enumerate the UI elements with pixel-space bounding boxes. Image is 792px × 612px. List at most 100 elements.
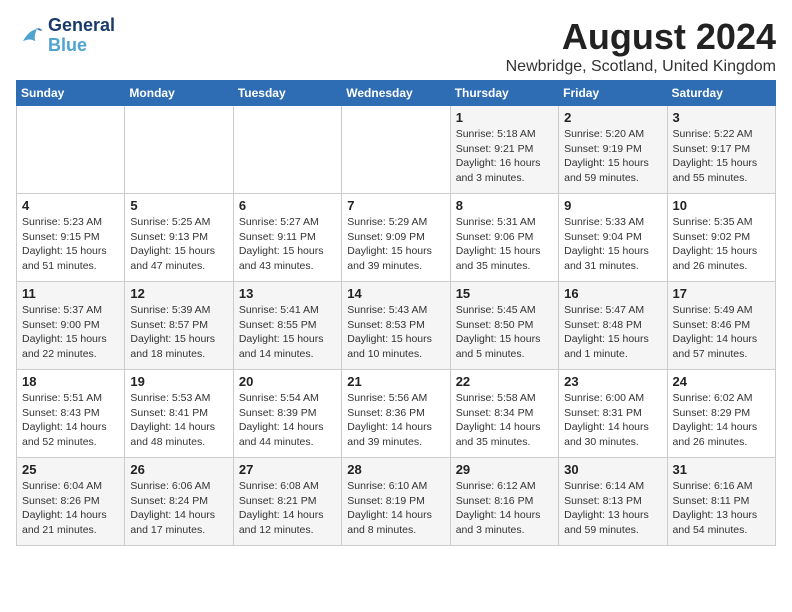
day-info: Sunrise: 6:02 AMSunset: 8:29 PMDaylight:… <box>673 391 770 450</box>
table-row: 21 Sunrise: 5:56 AMSunset: 8:36 PMDayligh… <box>342 370 450 458</box>
table-row <box>17 106 125 194</box>
day-info: Sunrise: 5:22 AMSunset: 9:17 PMDaylight:… <box>673 127 770 186</box>
header-saturday: Saturday <box>667 81 775 106</box>
header-friday: Friday <box>559 81 667 106</box>
day-info: Sunrise: 5:20 AMSunset: 9:19 PMDaylight:… <box>564 127 661 186</box>
table-row: 24 Sunrise: 6:02 AMSunset: 8:29 PMDayligh… <box>667 370 775 458</box>
day-info: Sunrise: 5:49 AMSunset: 8:46 PMDaylight:… <box>673 303 770 362</box>
table-row: 6 Sunrise: 5:27 AMSunset: 9:11 PMDaylight… <box>233 194 341 282</box>
table-row: 27 Sunrise: 6:08 AMSunset: 8:21 PMDayligh… <box>233 458 341 546</box>
table-row <box>125 106 233 194</box>
day-info: Sunrise: 5:23 AMSunset: 9:15 PMDaylight:… <box>22 215 119 274</box>
day-number: 10 <box>673 198 770 213</box>
page-header: General Blue August 2024 Newbridge, Scot… <box>16 16 776 76</box>
day-number: 22 <box>456 374 553 389</box>
day-number: 4 <box>22 198 119 213</box>
table-row: 20 Sunrise: 5:54 AMSunset: 8:39 PMDayligh… <box>233 370 341 458</box>
day-info: Sunrise: 5:56 AMSunset: 8:36 PMDaylight:… <box>347 391 444 450</box>
table-row: 9 Sunrise: 5:33 AMSunset: 9:04 PMDaylight… <box>559 194 667 282</box>
day-info: Sunrise: 6:12 AMSunset: 8:16 PMDaylight:… <box>456 479 553 538</box>
day-info: Sunrise: 5:53 AMSunset: 8:41 PMDaylight:… <box>130 391 227 450</box>
table-row: 23 Sunrise: 6:00 AMSunset: 8:31 PMDayligh… <box>559 370 667 458</box>
day-number: 11 <box>22 286 119 301</box>
header-sunday: Sunday <box>17 81 125 106</box>
day-number: 2 <box>564 110 661 125</box>
day-number: 20 <box>239 374 336 389</box>
day-number: 7 <box>347 198 444 213</box>
day-info: Sunrise: 5:29 AMSunset: 9:09 PMDaylight:… <box>347 215 444 274</box>
table-row: 5Sunrise: 5:25 AMSunset: 9:13 PMDaylight… <box>125 194 233 282</box>
day-info: Sunrise: 5:51 AMSunset: 8:43 PMDaylight:… <box>22 391 119 450</box>
day-info: Sunrise: 5:35 AMSunset: 9:02 PMDaylight:… <box>673 215 770 274</box>
day-number: 31 <box>673 462 770 477</box>
day-number: 12 <box>130 286 227 301</box>
day-info: Sunrise: 6:10 AMSunset: 8:19 PMDaylight:… <box>347 479 444 538</box>
day-number: 14 <box>347 286 444 301</box>
day-info: Sunrise: 5:45 AMSunset: 8:50 PMDaylight:… <box>456 303 553 362</box>
day-number: 18 <box>22 374 119 389</box>
table-row: 8 Sunrise: 5:31 AMSunset: 9:06 PMDaylight… <box>450 194 558 282</box>
table-row: 31 Sunrise: 6:16 AMSunset: 8:11 PMDayligh… <box>667 458 775 546</box>
table-row: 12Sunrise: 5:39 AMSunset: 8:57 PMDayligh… <box>125 282 233 370</box>
logo-text: General Blue <box>48 16 115 56</box>
table-row: 29Sunrise: 6:12 AMSunset: 8:16 PMDayligh… <box>450 458 558 546</box>
table-row <box>342 106 450 194</box>
table-row: 22 Sunrise: 5:58 AMSunset: 8:34 PMDayligh… <box>450 370 558 458</box>
day-number: 8 <box>456 198 553 213</box>
logo: General Blue <box>16 16 115 56</box>
header-tuesday: Tuesday <box>233 81 341 106</box>
day-info: Sunrise: 5:43 AMSunset: 8:53 PMDaylight:… <box>347 303 444 362</box>
day-info: Sunrise: 5:27 AMSunset: 9:11 PMDaylight:… <box>239 215 336 274</box>
day-number: 17 <box>673 286 770 301</box>
day-number: 3 <box>673 110 770 125</box>
day-number: 6 <box>239 198 336 213</box>
table-row: 30Sunrise: 6:14 AMSunset: 8:13 PMDayligh… <box>559 458 667 546</box>
table-row: 28 Sunrise: 6:10 AMSunset: 8:19 PMDayligh… <box>342 458 450 546</box>
day-number: 25 <box>22 462 119 477</box>
day-info: Sunrise: 5:33 AMSunset: 9:04 PMDaylight:… <box>564 215 661 274</box>
day-info: Sunrise: 5:58 AMSunset: 8:34 PMDaylight:… <box>456 391 553 450</box>
day-number: 13 <box>239 286 336 301</box>
day-number: 30 <box>564 462 661 477</box>
day-info: Sunrise: 6:16 AMSunset: 8:11 PMDaylight:… <box>673 479 770 538</box>
table-row <box>233 106 341 194</box>
day-info: Sunrise: 6:00 AMSunset: 8:31 PMDaylight:… <box>564 391 661 450</box>
calendar-week-4: 18 Sunrise: 5:51 AMSunset: 8:43 PMDayligh… <box>17 370 776 458</box>
table-row: 25 Sunrise: 6:04 AMSunset: 8:26 PMDayligh… <box>17 458 125 546</box>
day-number: 9 <box>564 198 661 213</box>
day-number: 28 <box>347 462 444 477</box>
month-title: August 2024 <box>506 16 776 58</box>
table-row: 13Sunrise: 5:41 AMSunset: 8:55 PMDayligh… <box>233 282 341 370</box>
calendar-week-5: 25 Sunrise: 6:04 AMSunset: 8:26 PMDayligh… <box>17 458 776 546</box>
calendar-week-2: 4 Sunrise: 5:23 AMSunset: 9:15 PMDaylight… <box>17 194 776 282</box>
day-number: 26 <box>130 462 227 477</box>
table-row: 7 Sunrise: 5:29 AMSunset: 9:09 PMDaylight… <box>342 194 450 282</box>
header-monday: Monday <box>125 81 233 106</box>
day-info: Sunrise: 6:04 AMSunset: 8:26 PMDaylight:… <box>22 479 119 538</box>
day-info: Sunrise: 6:08 AMSunset: 8:21 PMDaylight:… <box>239 479 336 538</box>
day-info: Sunrise: 6:06 AMSunset: 8:24 PMDaylight:… <box>130 479 227 538</box>
day-number: 24 <box>673 374 770 389</box>
table-row: 19Sunrise: 5:53 AMSunset: 8:41 PMDayligh… <box>125 370 233 458</box>
table-row: 14 Sunrise: 5:43 AMSunset: 8:53 PMDayligh… <box>342 282 450 370</box>
calendar-header-row: Sunday Monday Tuesday Wednesday Thursday… <box>17 81 776 106</box>
table-row: 2 Sunrise: 5:20 AMSunset: 9:19 PMDaylight… <box>559 106 667 194</box>
day-info: Sunrise: 5:25 AMSunset: 9:13 PMDaylight:… <box>130 215 227 274</box>
table-row: 11Sunrise: 5:37 AMSunset: 9:00 PMDayligh… <box>17 282 125 370</box>
calendar-week-1: 1Sunrise: 5:18 AMSunset: 9:21 PMDaylight… <box>17 106 776 194</box>
day-number: 27 <box>239 462 336 477</box>
table-row: 4 Sunrise: 5:23 AMSunset: 9:15 PMDaylight… <box>17 194 125 282</box>
title-block: August 2024 Newbridge, Scotland, United … <box>506 16 776 76</box>
table-row: 10 Sunrise: 5:35 AMSunset: 9:02 PMDayligh… <box>667 194 775 282</box>
table-row: 1Sunrise: 5:18 AMSunset: 9:21 PMDaylight… <box>450 106 558 194</box>
header-thursday: Thursday <box>450 81 558 106</box>
day-number: 21 <box>347 374 444 389</box>
day-number: 23 <box>564 374 661 389</box>
location-title: Newbridge, Scotland, United Kingdom <box>506 58 776 76</box>
day-info: Sunrise: 5:31 AMSunset: 9:06 PMDaylight:… <box>456 215 553 274</box>
day-number: 16 <box>564 286 661 301</box>
day-info: Sunrise: 5:47 AMSunset: 8:48 PMDaylight:… <box>564 303 661 362</box>
day-info: Sunrise: 5:18 AMSunset: 9:21 PMDaylight:… <box>456 127 553 186</box>
day-info: Sunrise: 5:54 AMSunset: 8:39 PMDaylight:… <box>239 391 336 450</box>
day-number: 15 <box>456 286 553 301</box>
